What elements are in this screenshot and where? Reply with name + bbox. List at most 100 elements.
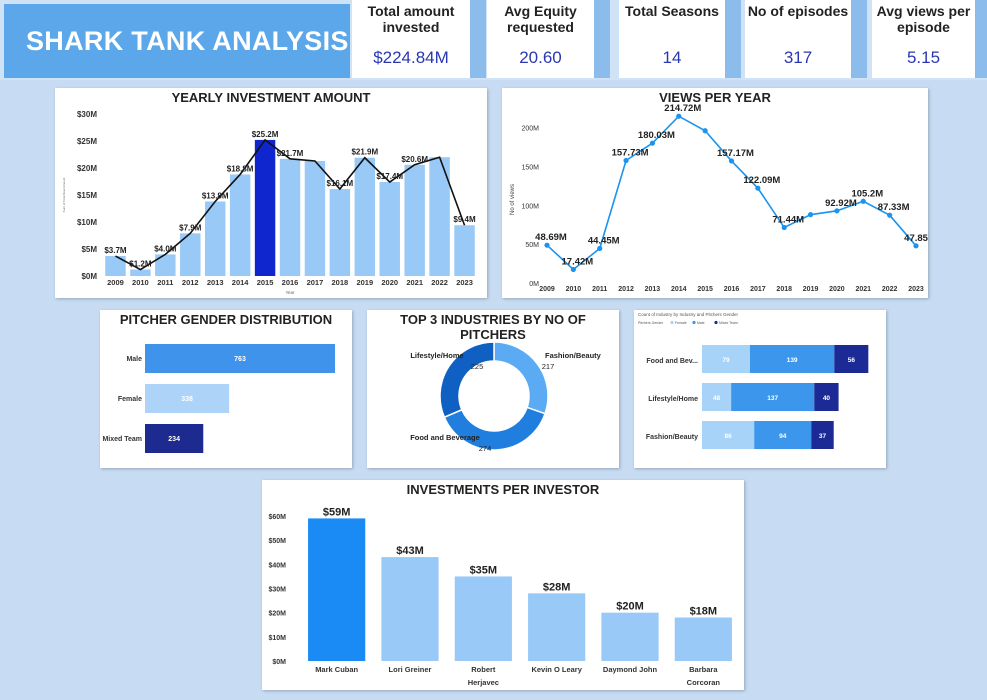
data-label: 44.45M <box>588 235 620 246</box>
data-label: 763 <box>234 356 246 363</box>
y-tick-label: 0M <box>529 281 539 288</box>
data-point <box>807 212 814 218</box>
data-label: $9.4M <box>453 215 476 224</box>
bar <box>379 182 400 276</box>
bar <box>528 593 586 661</box>
data-label: $1.2M <box>129 260 152 269</box>
data-label: 157.73M <box>612 147 649 158</box>
views-per-year-chart: 0M 50M 100M 150M 200M No of views 2009 48.69M 20… <box>510 103 928 293</box>
kpi-total-invested[interactable]: Total amount invested $224.84M <box>352 0 470 78</box>
legend-label: Male <box>697 321 705 325</box>
category-label: Male <box>126 356 142 363</box>
x-tick-label: 2019 <box>356 278 373 287</box>
kpi-value: 14 <box>662 48 682 67</box>
x-tick-label: 2013 <box>645 286 661 293</box>
data-label: 56 <box>848 357 856 364</box>
bar <box>254 139 276 276</box>
x-tick-label: 2009 <box>539 286 555 293</box>
data-point <box>887 212 893 218</box>
gender-distribution-card[interactable]: PITCHER GENDER DISTRIBUTION Male 763 Femal… <box>100 310 352 468</box>
y-tick-label: $10M <box>268 635 286 642</box>
x-tick-label: Robert <box>471 665 496 674</box>
data-point <box>649 140 656 146</box>
slice-label: Lifestyle/Home <box>410 351 463 360</box>
x-tick-label: 2012 <box>182 278 199 287</box>
x-tick-label: 2016 <box>724 286 740 293</box>
y-tick-label: $10M <box>77 218 97 227</box>
y-tick-label: $5M <box>81 245 97 254</box>
dashboard-title: SHARK TANK ANALYSIS <box>26 26 349 56</box>
x-tick-label: 2018 <box>332 278 349 287</box>
kpi-avg-views[interactable]: Avg views per episode 5.15 <box>872 0 975 78</box>
yearly-investment-chart: $0M $5M $10M $15M $20M $25M $30M Sum of Total D… <box>62 110 476 295</box>
industry-gender-card[interactable]: Count of Industry by Industry and Pitche… <box>634 310 886 468</box>
data-label: 86 <box>724 433 732 440</box>
slice-label: Food and Beverage <box>410 433 480 442</box>
kpi-avg-equity[interactable]: Avg Equity requested 20.60 <box>487 0 594 78</box>
y-tick-label: $40M <box>268 562 286 569</box>
x-tick-label: 2023 <box>456 278 473 287</box>
kpi-divider <box>975 0 987 78</box>
x-tick-label: 2022 <box>431 278 448 287</box>
data-label: 214.72M <box>664 103 701 114</box>
x-tick-label: 2011 <box>157 278 173 287</box>
data-label: $25.2M <box>252 130 279 139</box>
data-point <box>781 224 787 231</box>
data-label: 79 <box>722 357 730 364</box>
slice-value: 225 <box>471 362 484 371</box>
y-axis-label: No of views <box>510 184 516 215</box>
y-axis-label: Sum of Total Deal Amount <box>62 178 66 213</box>
data-label: $18M <box>690 606 718 618</box>
data-label: 71.44M <box>772 215 804 226</box>
dashboard-title-box: SHARK TANK ANALYSIS <box>4 4 350 78</box>
data-label: 47.85M <box>904 233 928 244</box>
investments-per-investor-card[interactable]: INVESTMENTS PER INVESTOR $0M $10M $20M $30M… <box>262 480 744 690</box>
data-point <box>570 266 576 273</box>
kpi-value: 20.60 <box>519 48 562 67</box>
bar <box>354 157 376 276</box>
x-tick-label: Lori Greiner <box>389 665 432 674</box>
data-label: 139 <box>787 357 798 364</box>
bar <box>674 617 732 661</box>
kpi-total-seasons[interactable]: Total Seasons 14 <box>619 0 725 78</box>
bar <box>304 160 326 276</box>
industry-gender-stacked-chart: Count of Industry by Industry and Pitche… <box>638 312 869 449</box>
kpi-value: 317 <box>783 48 813 67</box>
x-tick-label: 2016 <box>282 278 299 287</box>
data-label: $7.9M <box>179 223 202 232</box>
x-tick-label: 2020 <box>829 286 845 293</box>
y-tick-label: 100M <box>521 203 539 210</box>
bar <box>130 269 151 276</box>
x-tick-label: 2015 <box>697 286 713 293</box>
y-tick-label: $30M <box>268 587 286 594</box>
category-label: Lifestyle/Home <box>648 396 698 403</box>
x-tick-label: 2015 <box>257 278 274 287</box>
top-industries-donut: Fashion/Beauty 217 Food and Beverage 274 Lif… <box>410 341 602 453</box>
data-label: $16.1M <box>327 179 354 188</box>
x-tick-label: 2023 <box>908 286 924 293</box>
slice-value: 217 <box>542 362 555 371</box>
x-tick-label: Barbara <box>689 665 718 674</box>
data-label: 40 <box>823 395 831 402</box>
legend-swatch <box>714 320 718 325</box>
y-tick-label: $20M <box>268 611 286 618</box>
top-industries-card[interactable]: TOP 3 INDUSTRIES BY NO OF PITCHERS Fashi… <box>367 310 619 468</box>
y-tick-label: 150M <box>521 164 539 171</box>
x-tick-label: 2020 <box>381 278 398 287</box>
kpi-label: Total Seasons <box>625 3 719 19</box>
views-per-year-card[interactable]: VIEWS PER YEAR 0M 50M 100M 150M 200M No of vi… <box>502 88 928 298</box>
kpi-label: Avg views per episode <box>876 3 971 35</box>
data-label: 17.42M <box>562 256 594 267</box>
x-axis-label: Year <box>285 290 295 295</box>
data-label: 105.2M <box>851 188 883 199</box>
legend-swatch <box>692 320 696 325</box>
data-label: 234 <box>168 436 180 443</box>
data-label: 157.17M <box>717 148 754 159</box>
legend-title: Pitchers Gender <box>638 321 664 325</box>
data-label: 180.03M <box>638 130 675 141</box>
kpi-episodes[interactable]: No of episodes 317 <box>745 0 851 78</box>
data-point <box>913 243 919 249</box>
legend-label: Female <box>675 321 687 325</box>
slice-label: Fashion/Beauty <box>545 351 602 360</box>
yearly-investment-card[interactable]: YEARLY INVESTMENT AMOUNT $0M $5M $10M $15M $… <box>55 88 487 298</box>
